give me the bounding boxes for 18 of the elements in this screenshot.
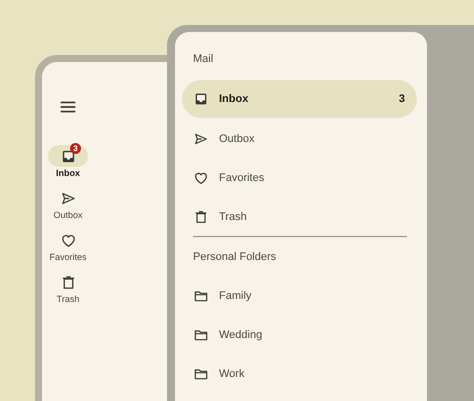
rail-item-indicator[interactable]: 3 [48,145,88,167]
drawer-item[interactable]: Wedding [182,315,417,354]
drawer-item[interactable]: Work [182,354,417,393]
inbox-icon [193,91,209,107]
drawer-item[interactable]: Inbox 3 [182,80,417,118]
drawer-item[interactable]: Trash [182,197,417,236]
rail-label[interactable]: Trash [56,293,80,305]
section-header: Personal Folders [192,250,278,265]
drawer-item[interactable]: Family [182,276,417,315]
unread-count: 3 [398,93,405,105]
drawer-item[interactable]: Favorites [182,158,417,197]
badge: 3 [70,143,81,154]
drawer-item[interactable]: Outbox [182,119,417,158]
rail-label[interactable]: Favorites [49,251,86,263]
section-header: Mail [192,52,214,67]
rail-label[interactable]: Inbox [56,167,80,179]
trash-icon [193,208,209,224]
rail-label[interactable]: Outbox [53,209,83,221]
